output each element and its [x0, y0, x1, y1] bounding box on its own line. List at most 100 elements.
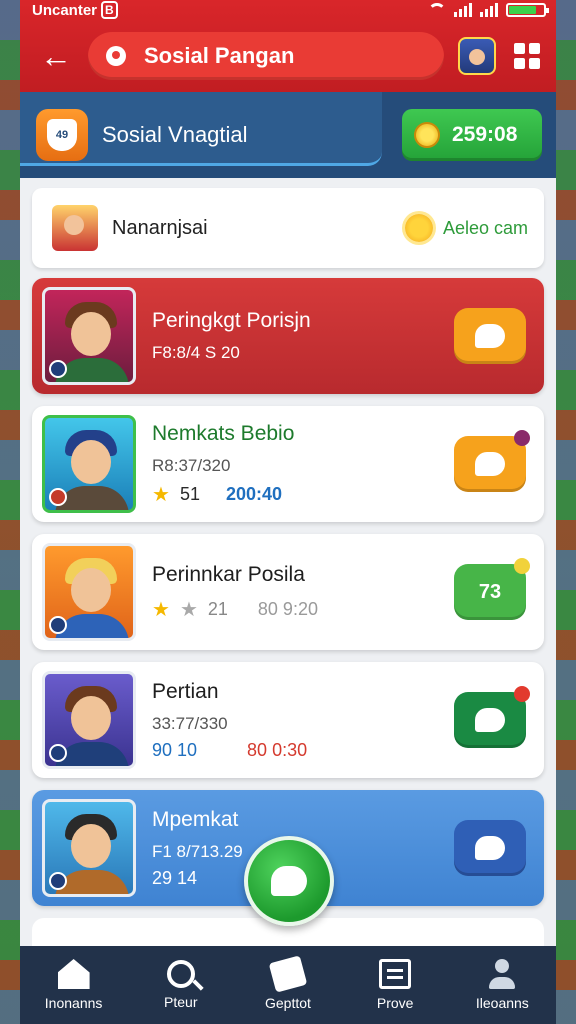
subheader-left: 49 Sosial Vnagtial — [36, 109, 248, 161]
status-left: Uncanter B — [32, 1, 118, 19]
notification-dot — [514, 430, 530, 446]
card-info: Perinnkar Posila ★ ★ 21 80 9:20 — [136, 563, 454, 622]
app-window: Uncanter B ← Sosial Pangan 49 Sosial Vna — [20, 0, 556, 1024]
star-icon: ★ — [152, 598, 170, 621]
card-sub: R8:37/320 — [152, 455, 231, 475]
notice-status: Aeleo cam — [442, 217, 528, 238]
subheader: 49 Sosial Vnagtial 259:08 — [20, 92, 556, 178]
card-info: Nemkats Bebio R8:37/320 ★ 51 200:40 — [136, 422, 454, 507]
nav-label: Prove — [376, 995, 414, 1011]
logo-text: 49 — [47, 119, 77, 151]
nav-item-home[interactable]: Inonanns — [29, 959, 119, 1011]
card-stats: ★ 51 200:40 — [152, 482, 454, 507]
list-item[interactable]: Nemkats Bebio R8:37/320 ★ 51 200:40 — [32, 406, 544, 522]
nav-item-profile[interactable]: Ileoanns — [457, 959, 547, 1011]
user-icon — [487, 959, 517, 989]
search-icon — [106, 46, 126, 66]
rank-badge-icon — [49, 872, 67, 890]
back-button[interactable]: ← — [38, 40, 74, 72]
avatar — [42, 415, 136, 513]
chat-button-text: 73 — [478, 580, 502, 603]
list-item[interactable]: Perinnkar Posila ★ ★ 21 80 9:20 73 — [32, 534, 544, 650]
chat-bubble-icon — [271, 866, 307, 896]
stat-a: 21 — [207, 598, 228, 619]
card-stats: ★ ★ 21 80 9:20 — [152, 597, 454, 622]
rank-badge-icon — [49, 616, 67, 634]
chat-button[interactable] — [454, 820, 526, 876]
signal-icon-2 — [480, 3, 498, 17]
subheader-title: Sosial Vnagtial — [102, 122, 248, 147]
notice-name: Nanarnjsai — [112, 216, 208, 239]
chat-bubble-icon — [475, 836, 505, 860]
card-sub: F8:8/4 S 20 — [152, 343, 240, 362]
wifi-icon — [428, 3, 446, 17]
rank-badge-icon — [49, 744, 67, 762]
top-bar: Uncanter B ← Sosial Pangan — [20, 0, 556, 92]
nav-label: Inonanns — [44, 995, 103, 1011]
chat-button[interactable] — [454, 308, 526, 364]
card-name: Nemkats Bebio — [152, 421, 295, 445]
card-name: Pertian — [152, 679, 219, 703]
list-item[interactable]: Peringkgt Porisjn F8:8/4 S 20 — [32, 278, 544, 394]
avatar — [42, 799, 136, 897]
header-row: ← Sosial Pangan — [20, 20, 556, 92]
nav-label: Ileoanns — [475, 995, 529, 1011]
status-right — [428, 3, 549, 17]
notification-dot — [514, 558, 530, 574]
search-pill[interactable]: Sosial Pangan — [88, 32, 444, 80]
bottom-nav: Inonanns Pteur Gepttot Prove Ileoanns — [20, 946, 556, 1024]
status-bar: Uncanter B — [20, 0, 556, 20]
nav-item-gift[interactable]: Gepttot — [243, 955, 333, 1011]
avatar — [52, 205, 98, 251]
nav-item-book[interactable]: Prove — [350, 959, 440, 1011]
chat-button[interactable]: 73 — [454, 558, 530, 620]
search-icon — [166, 960, 195, 988]
notice-left: Nanarnjsai — [52, 205, 208, 251]
shield-logo-icon: 49 — [36, 109, 88, 161]
chat-fab-button[interactable] — [244, 836, 334, 926]
gift-icon — [268, 955, 308, 993]
status-badge: B — [101, 1, 118, 19]
star-outline-icon: ★ — [179, 598, 198, 621]
coin-icon — [414, 122, 440, 148]
chat-button[interactable] — [454, 686, 530, 748]
star-icon: ★ — [152, 483, 170, 506]
sun-icon — [404, 214, 433, 242]
coin-value: 259:08 — [452, 123, 518, 146]
avatar — [42, 543, 136, 641]
stat-b: 80 0:30 — [247, 739, 308, 760]
backdrop-left — [0, 0, 22, 1024]
page-title: Sosial Pangan — [144, 43, 295, 68]
book-icon — [379, 959, 412, 989]
stat-b: 200:40 — [225, 483, 283, 504]
avatar — [42, 287, 136, 385]
card-info: Peringkgt Porisjn F8:8/4 S 20 — [136, 309, 454, 363]
home-icon — [57, 959, 90, 989]
nav-item-search[interactable]: Pteur — [136, 960, 226, 1010]
backdrop-right — [554, 0, 576, 1024]
card-name: Peringkgt Porisjn — [152, 309, 311, 332]
stat-a: 51 — [179, 483, 200, 504]
stat-a: 90 10 — [152, 739, 198, 760]
grid-menu-icon[interactable] — [510, 39, 544, 73]
profile-avatar[interactable] — [458, 37, 496, 75]
chat-bubble-icon — [475, 708, 505, 732]
card-sub: 33:77/330 — [152, 713, 228, 733]
list-item-notice[interactable]: Nanarnjsai Aeleo cam — [32, 188, 544, 268]
battery-icon — [506, 3, 549, 17]
card-stats: 90 10 80 0:30 — [152, 740, 454, 761]
avatar — [42, 671, 136, 769]
coin-balance[interactable]: 259:08 — [402, 109, 542, 161]
chat-bubble-icon — [475, 452, 505, 476]
card-name: Mpemkat — [152, 807, 239, 831]
chat-bubble-icon — [475, 324, 505, 348]
card-name: Perinnkar Posila — [152, 562, 305, 586]
chat-button[interactable] — [454, 430, 530, 492]
rank-badge-icon — [49, 360, 67, 378]
card-info: Pertian 33:77/330 90 10 80 0:30 — [136, 680, 454, 761]
signal-icon — [454, 3, 472, 17]
carrier-label: Uncanter — [32, 1, 98, 19]
nav-label: Gepttot — [265, 995, 311, 1011]
list-item[interactable]: Pertian 33:77/330 90 10 80 0:30 — [32, 662, 544, 778]
nav-label: Pteur — [164, 994, 198, 1010]
